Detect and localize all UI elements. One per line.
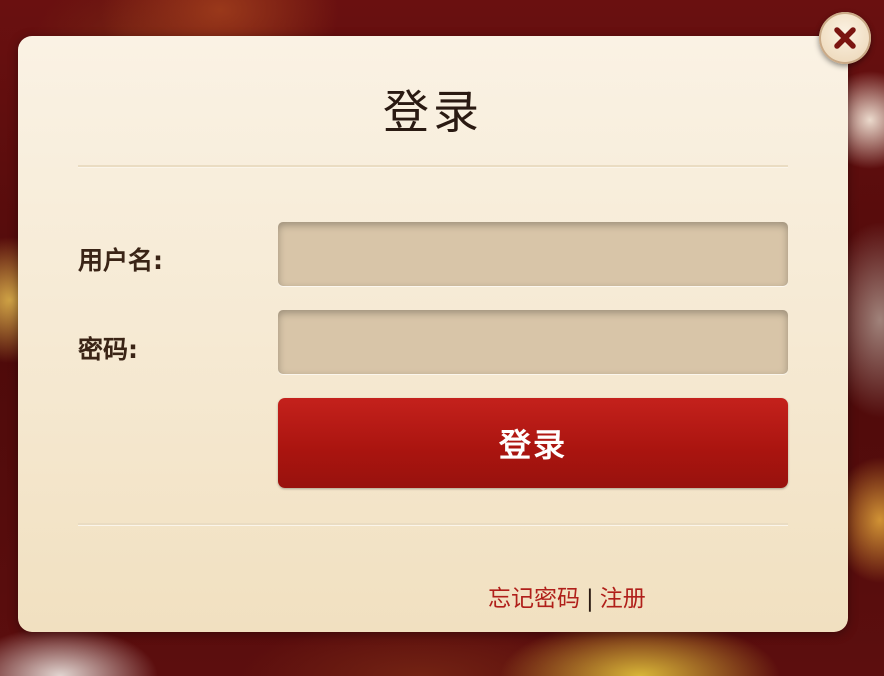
login-dialog: 登录 用户名: 密码: 登录 忘记密码 | 注册 bbox=[18, 36, 848, 632]
password-input[interactable] bbox=[278, 310, 788, 374]
close-icon bbox=[832, 25, 858, 51]
dialog-title: 登录 bbox=[383, 85, 483, 139]
close-button[interactable] bbox=[819, 12, 871, 64]
username-input[interactable] bbox=[278, 222, 788, 286]
divider-bottom bbox=[78, 523, 788, 526]
divider-top bbox=[78, 165, 788, 168]
forgot-password-link[interactable]: 忘记密码 bbox=[488, 586, 580, 612]
login-button[interactable]: 登录 bbox=[278, 398, 788, 488]
register-link[interactable]: 注册 bbox=[600, 586, 646, 612]
username-label: 用户名: bbox=[78, 246, 163, 275]
password-label: 密码: bbox=[78, 335, 138, 364]
link-separator: | bbox=[586, 586, 594, 612]
footer-links: 忘记密码 | 注册 bbox=[488, 579, 646, 613]
